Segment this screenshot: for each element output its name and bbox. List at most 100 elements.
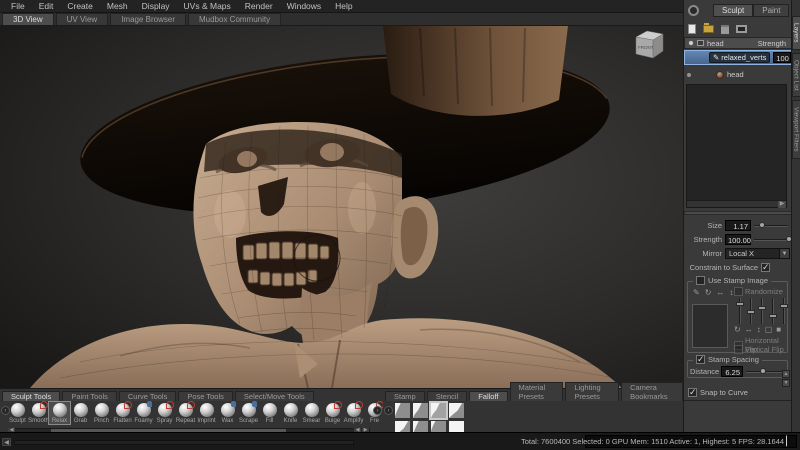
stamp-spacing-checkbox[interactable] bbox=[696, 355, 705, 364]
view-tab[interactable]: Mudbox Community bbox=[188, 13, 281, 25]
side-tab[interactable]: Viewport Filters bbox=[792, 100, 800, 159]
size-slider[interactable] bbox=[754, 221, 790, 230]
refresh-icon[interactable]: ↻ bbox=[734, 326, 741, 334]
tool-button[interactable]: Grab bbox=[70, 402, 91, 424]
tool-button[interactable]: Amplify bbox=[343, 402, 364, 424]
tool-button[interactable]: Bulge bbox=[322, 402, 343, 424]
panel-scroll-up[interactable]: ▲ bbox=[782, 370, 790, 378]
swap-vertical-icon[interactable]: ↕ bbox=[757, 326, 761, 334]
layer-list-scrollbar[interactable]: ▶ bbox=[687, 200, 786, 207]
layer-row-relaxed-verts[interactable]: ✎ relaxed_verts 100 ◀ bbox=[684, 50, 792, 65]
chevron-down-icon[interactable]: ▼ bbox=[779, 249, 789, 258]
tool-tray-tab[interactable]: Select/Move Tools bbox=[235, 391, 314, 401]
strength-field[interactable]: 100.00 bbox=[725, 234, 751, 245]
randomize-checkbox[interactable] bbox=[734, 287, 743, 296]
layer-strength-value[interactable]: 100 bbox=[773, 52, 791, 63]
falloff-preset[interactable] bbox=[413, 403, 428, 418]
screen-icon[interactable] bbox=[736, 25, 747, 33]
constrain-checkbox[interactable] bbox=[761, 263, 770, 272]
tool-button[interactable]: Pinch bbox=[91, 402, 112, 424]
tools-scroll-right[interactable]: › bbox=[373, 406, 382, 415]
preset-tray-tab[interactable]: Camera Bookmarks bbox=[621, 382, 683, 401]
stamp-slider-4[interactable] bbox=[769, 298, 777, 324]
preset-tray-tab[interactable]: Material Presets bbox=[510, 382, 564, 401]
preset-tray-tab[interactable]: Falloff bbox=[469, 391, 507, 401]
stamp-image-checkbox[interactable] bbox=[696, 276, 705, 285]
panel-menu-icon[interactable] bbox=[688, 5, 699, 16]
layer-list-empty-area[interactable]: ▶ bbox=[686, 84, 787, 208]
stamp-thumbnail[interactable] bbox=[692, 304, 728, 348]
tool-button[interactable]: Imprint bbox=[196, 402, 217, 424]
menu-item[interactable]: File bbox=[4, 1, 32, 11]
tool-button[interactable]: Flatten bbox=[112, 402, 133, 424]
mirror-dropdown[interactable]: Local X ▼ bbox=[725, 248, 790, 259]
preset-tray-tab[interactable]: Stamp bbox=[385, 391, 425, 401]
preset-tray-tab[interactable]: Lighting Presets bbox=[565, 382, 619, 401]
tool-tray-tab[interactable]: Paint Tools bbox=[62, 391, 117, 401]
stamp-slider-3[interactable] bbox=[758, 298, 766, 324]
menu-item[interactable]: Mesh bbox=[100, 1, 135, 11]
swap-horizontal-icon[interactable]: ↔ bbox=[745, 326, 753, 334]
preset-tray-tab[interactable]: Stencil bbox=[427, 391, 468, 401]
tool-button[interactable]: Repeat bbox=[175, 402, 196, 424]
layer-visible-icon[interactable] bbox=[687, 73, 691, 77]
tool-button[interactable]: Spray bbox=[154, 402, 175, 424]
strength-slider[interactable] bbox=[754, 235, 790, 244]
menu-item[interactable]: UVs & Maps bbox=[177, 1, 238, 11]
panel-scroll-down[interactable]: ▼ bbox=[782, 379, 790, 387]
tool-button[interactable]: Smear bbox=[301, 402, 322, 424]
view-tab[interactable]: Image Browser bbox=[110, 13, 186, 25]
falloff-preset[interactable] bbox=[395, 403, 410, 418]
distance-slider[interactable] bbox=[746, 367, 786, 376]
menu-item[interactable]: Windows bbox=[280, 1, 328, 11]
folder-icon[interactable] bbox=[703, 25, 714, 33]
stamp-slider-1[interactable] bbox=[736, 298, 744, 324]
side-tab[interactable]: Layers bbox=[792, 16, 800, 50]
visibility-icon[interactable] bbox=[688, 40, 694, 46]
menu-item[interactable]: Edit bbox=[32, 1, 61, 11]
tool-tray-tab[interactable]: Pose Tools bbox=[178, 391, 233, 401]
arrow-horizontal-icon[interactable]: ↔ bbox=[716, 289, 724, 297]
distance-field[interactable]: 6.25 bbox=[721, 366, 743, 377]
menu-item[interactable]: Render bbox=[238, 1, 280, 11]
tool-button[interactable]: Scrape bbox=[238, 402, 259, 424]
stamp-slider-2[interactable] bbox=[747, 298, 755, 324]
vflip-checkbox[interactable] bbox=[734, 345, 743, 354]
tool-button[interactable]: Fill bbox=[259, 402, 280, 424]
falloff-preset[interactable] bbox=[449, 403, 464, 418]
tool-button[interactable]: Wax bbox=[217, 402, 238, 424]
layer-row-head[interactable]: head bbox=[684, 67, 792, 82]
view-tab[interactable]: 3D View bbox=[2, 13, 54, 25]
menu-item[interactable]: Create bbox=[60, 1, 100, 11]
tool-tray-tab[interactable]: Sculpt Tools bbox=[2, 391, 60, 401]
tool-button[interactable]: Smooth bbox=[28, 402, 49, 424]
viewport-3d[interactable]: FRONT bbox=[0, 26, 683, 388]
arrow-vertical-icon[interactable]: ↕ bbox=[729, 289, 733, 297]
image-icon[interactable]: ▢ bbox=[765, 326, 773, 334]
snap-checkbox[interactable] bbox=[688, 388, 697, 397]
layer-name-field[interactable]: ✎ relaxed_verts bbox=[709, 52, 770, 63]
view-cube[interactable]: FRONT bbox=[632, 28, 668, 62]
scroll-right-icon[interactable]: ▶ bbox=[778, 201, 786, 208]
stop-icon[interactable]: ■ bbox=[776, 326, 781, 334]
tool-tray-tab[interactable]: Curve Tools bbox=[119, 391, 176, 401]
layer-mode-tab[interactable]: Paint bbox=[753, 4, 789, 17]
view-tab[interactable]: UV View bbox=[56, 13, 109, 25]
tool-button[interactable]: Sculpt bbox=[7, 402, 28, 424]
tool-button[interactable]: Relax bbox=[49, 402, 70, 424]
size-field[interactable]: 1.17 bbox=[725, 220, 751, 231]
delete-layer-icon[interactable] bbox=[721, 25, 729, 34]
stamp-slider-5[interactable] bbox=[780, 298, 788, 324]
tool-button[interactable]: Knife bbox=[280, 402, 301, 424]
refresh-icon[interactable]: ↻ bbox=[705, 289, 712, 297]
falloff-preset[interactable] bbox=[431, 403, 446, 418]
side-tab[interactable]: Object List bbox=[792, 53, 800, 98]
layer-mode-tab[interactable]: Sculpt bbox=[713, 4, 753, 17]
status-scrollbar[interactable] bbox=[14, 440, 354, 445]
menu-item[interactable]: Display bbox=[135, 1, 177, 11]
presets-scroll-left[interactable]: ‹ bbox=[384, 406, 393, 415]
status-scroll-left-icon[interactable]: ◀ bbox=[2, 438, 11, 446]
tool-button[interactable]: Foamy bbox=[133, 402, 154, 424]
brush-icon[interactable]: ✎ bbox=[693, 289, 700, 297]
menu-item[interactable]: Help bbox=[328, 1, 359, 11]
